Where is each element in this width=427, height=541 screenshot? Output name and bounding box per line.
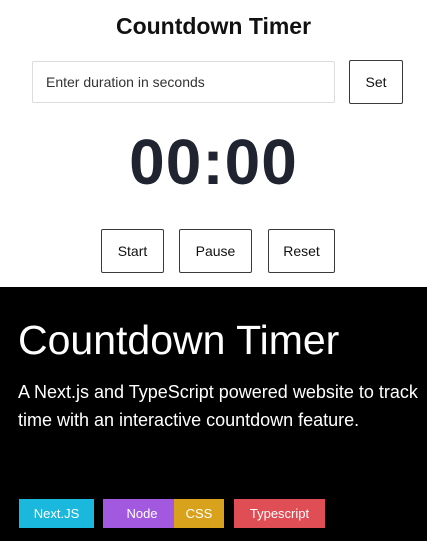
tag-css: CSS — [174, 499, 224, 528]
time-display: 00:00 — [129, 126, 298, 198]
project-title: Countdown Timer — [18, 317, 340, 363]
tag-nextjs: Next.JS — [19, 499, 94, 528]
project-card: Countdown Timer A Next.js and TypeScript… — [0, 287, 427, 541]
app-title: Countdown Timer — [115, 13, 312, 39]
set-button[interactable]: Set — [349, 60, 403, 104]
countdown-timer-app: Countdown Timer Set 00:00 Start Pause Re… — [0, 0, 427, 287]
tag-node: Node — [103, 499, 181, 528]
project-description: A Next.js and TypeScript powered website… — [18, 382, 418, 430]
pause-button[interactable]: Pause — [179, 229, 252, 273]
start-button[interactable]: Start — [101, 229, 164, 273]
reset-button[interactable]: Reset — [268, 229, 335, 273]
tag-typescript: Typescript — [234, 499, 325, 528]
duration-input[interactable] — [32, 61, 335, 103]
